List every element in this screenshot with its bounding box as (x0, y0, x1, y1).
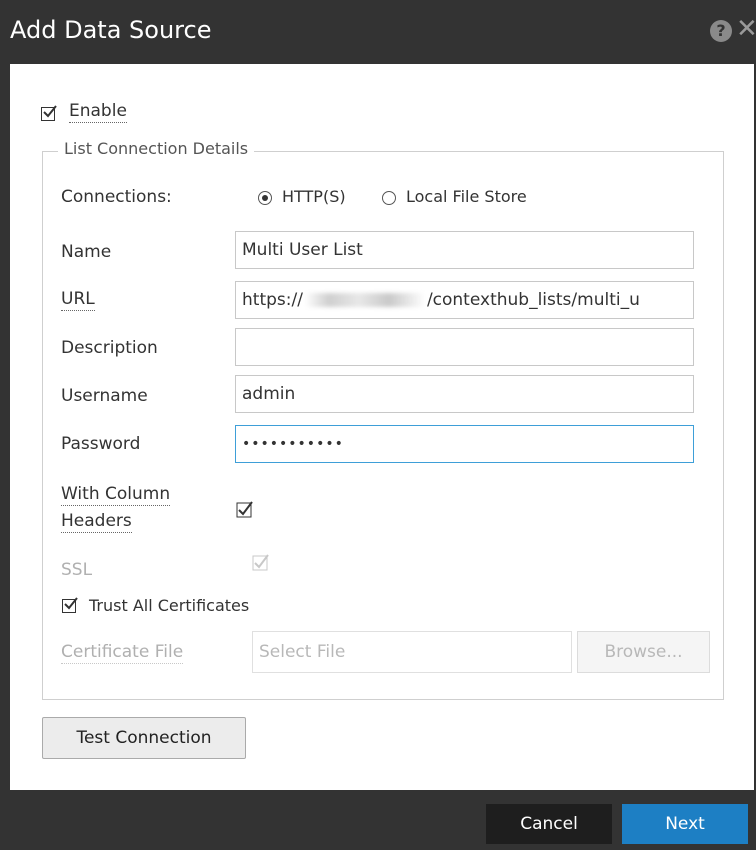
url-input[interactable]: https:// /contexthub_lists/multi_u (235, 281, 694, 319)
certificate-file-input: Select File (252, 631, 572, 673)
checkmark-icon (43, 105, 57, 118)
checkmark-icon (252, 554, 269, 571)
description-input[interactable] (235, 328, 694, 366)
with-column-headers-checkbox[interactable] (236, 501, 253, 518)
name-input[interactable]: Multi User List (235, 231, 694, 269)
connections-label: Connections: (61, 187, 172, 207)
browse-button: Browse... (577, 631, 710, 673)
ssl-label: SSL (61, 560, 93, 580)
with-column-label-line1: With Column (61, 484, 171, 506)
redacted-host (304, 293, 425, 307)
with-column-label-line2: Headers (61, 511, 132, 533)
certificate-file-label: Certificate File (61, 642, 184, 664)
password-label: Password (61, 434, 141, 454)
password-input[interactable]: ••••••••••• (235, 425, 694, 463)
radio-https[interactable] (258, 191, 272, 205)
description-label: Description (61, 338, 158, 358)
radio-local-file-store[interactable] (382, 191, 396, 205)
dialog-frame-left (0, 64, 10, 790)
radio-local-file-store-label[interactable]: Local File Store (406, 187, 527, 206)
radio-https-label[interactable]: HTTP(S) (282, 187, 346, 206)
test-connection-button[interactable]: Test Connection (42, 717, 246, 759)
trust-all-certificates-checkbox[interactable] (62, 597, 78, 613)
enable-checkbox[interactable] (41, 105, 57, 121)
next-button[interactable]: Next (622, 804, 748, 844)
trust-all-certificates-label[interactable]: Trust All Certificates (89, 596, 249, 615)
dialog-titlebar: Add Data Source ? ✕ (0, 0, 756, 64)
username-input[interactable]: admin (235, 375, 694, 413)
checkmark-icon (236, 501, 253, 518)
close-icon[interactable]: ✕ (736, 14, 756, 44)
add-data-source-dialog: Add Data Source ? ✕ Enable List Connecti… (0, 0, 756, 850)
url-label: URL (61, 289, 95, 311)
cancel-button[interactable]: Cancel (486, 804, 612, 844)
url-prefix: https:// (242, 290, 303, 310)
help-icon[interactable]: ? (710, 20, 732, 42)
username-label: Username (61, 386, 148, 406)
dialog-title: Add Data Source (10, 16, 212, 44)
checkmark-icon (64, 597, 78, 610)
fieldset-legend: List Connection Details (58, 139, 255, 158)
name-label: Name (61, 242, 112, 262)
enable-label[interactable]: Enable (69, 101, 127, 123)
ssl-checkbox (252, 554, 269, 571)
url-suffix: /contexthub_lists/multi_u (426, 290, 640, 310)
